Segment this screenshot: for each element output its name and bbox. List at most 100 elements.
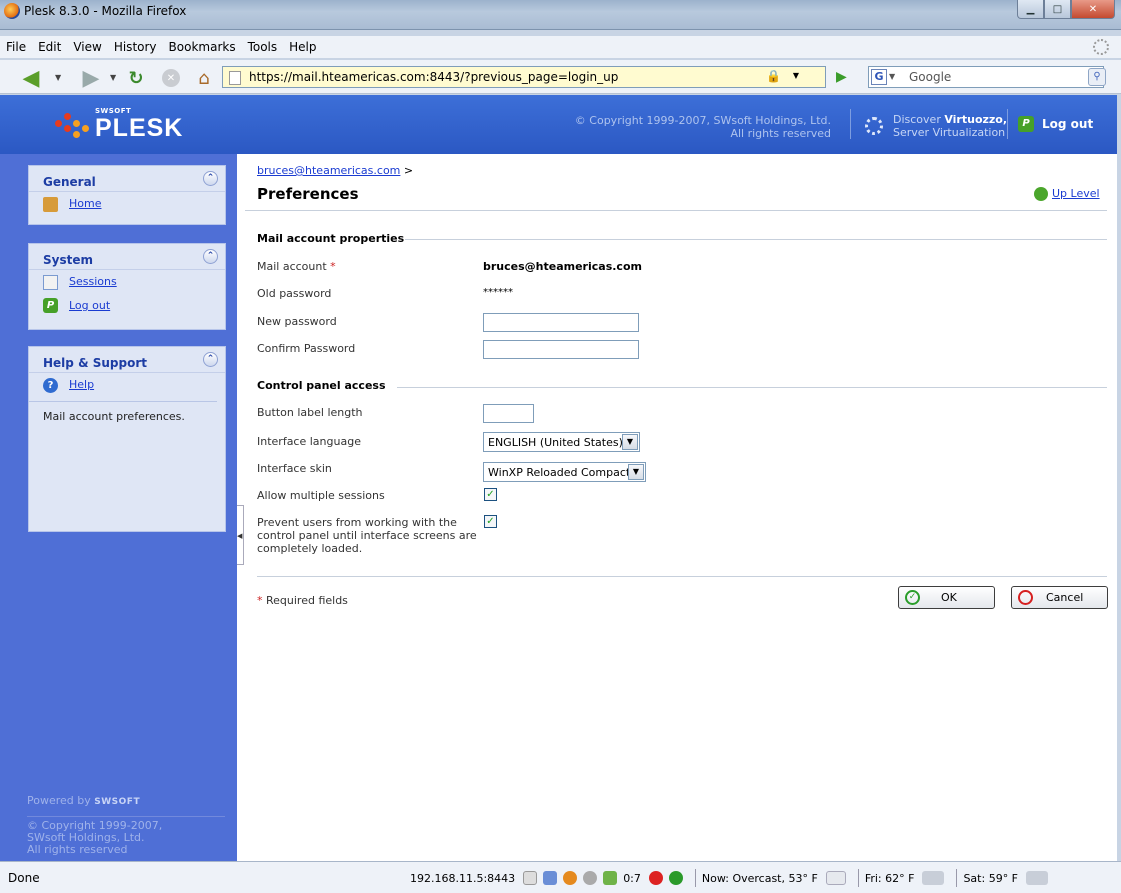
prevent-users-checkbox[interactable]: ✓ bbox=[484, 515, 497, 528]
old-password-label: Old password bbox=[257, 287, 332, 300]
header-copyright: © Copyright 1999-2007, SWsoft Holdings, … bbox=[574, 114, 831, 140]
up-level-icon bbox=[1034, 187, 1048, 201]
firefox-icon[interactable] bbox=[563, 871, 578, 885]
swsoft-brand: SWSOFT bbox=[94, 797, 141, 807]
required-fields-note: * Required fields bbox=[257, 594, 348, 607]
old-password-value: ****** bbox=[483, 287, 513, 298]
green-status-icon[interactable] bbox=[668, 871, 683, 885]
help-icon: ? bbox=[43, 378, 58, 393]
new-password-input[interactable] bbox=[483, 313, 639, 332]
firefox-icon bbox=[4, 3, 20, 19]
mail-section-title: Mail account properties bbox=[257, 232, 405, 245]
status-host: 192.168.11.5:8443 bbox=[410, 871, 516, 885]
collapse-chevron-icon[interactable]: ⌃ bbox=[203, 352, 218, 367]
system-panel: System ⌃ Sessions P Log out bbox=[28, 243, 226, 330]
lock-icon[interactable]: 🔒 bbox=[766, 69, 781, 83]
address-dropdown-icon[interactable]: ▼ bbox=[793, 71, 799, 80]
search-engine-dropdown-icon[interactable]: ▼ bbox=[889, 72, 895, 81]
menu-view[interactable]: View bbox=[73, 40, 101, 54]
collapse-chevron-icon[interactable]: ⌃ bbox=[203, 171, 218, 186]
button-label-length-label: Button label length bbox=[257, 406, 363, 419]
powered-by: Powered by SWSOFT bbox=[27, 794, 141, 807]
system-panel-header: System ⌃ bbox=[29, 244, 225, 270]
menu-bar: File Edit View History Bookmarks Tools H… bbox=[0, 36, 1121, 58]
alert-icon[interactable] bbox=[648, 871, 663, 885]
stop-icon[interactable]: ✕ bbox=[162, 69, 180, 87]
throbber-icon bbox=[1093, 39, 1109, 55]
forward-arrow-icon[interactable]: ▶ bbox=[80, 66, 102, 91]
browser-window: Plesk 8.3.0 - Mozilla Firefox ▁ □ ✕ File… bbox=[0, 0, 1121, 893]
mail-account-value: bruces@hteamericas.com bbox=[483, 260, 642, 273]
header-logout-button[interactable]: P Log out bbox=[1018, 115, 1093, 133]
weather-sat: Sat: 59° F bbox=[963, 871, 1019, 885]
rain-cloud-icon bbox=[922, 871, 945, 885]
search-icon[interactable]: ⚲ bbox=[1088, 68, 1106, 86]
page-icon bbox=[229, 71, 241, 85]
forward-history-dropdown-icon[interactable]: ▼ bbox=[110, 73, 116, 82]
confirm-password-label: Confirm Password bbox=[257, 342, 356, 355]
menu-file[interactable]: File bbox=[6, 40, 26, 54]
sidebar-item-help[interactable]: ? Help bbox=[29, 373, 225, 397]
menu-history[interactable]: History bbox=[114, 40, 157, 54]
general-panel-header: General ⌃ bbox=[29, 166, 225, 192]
interface-language-select[interactable]: ENGLISH (United States) ▼ bbox=[483, 432, 640, 452]
address-bar[interactable]: https://mail.hteamericas.com:8443/?previ… bbox=[222, 66, 826, 88]
status-tray: 192.168.11.5:8443 0:7 Now: Overcast, 53°… bbox=[410, 869, 1054, 887]
sidebar-item-logout[interactable]: P Log out bbox=[29, 294, 225, 318]
disabled-icon[interactable] bbox=[583, 871, 598, 885]
logout-icon: P bbox=[43, 298, 58, 313]
menu-tools[interactable]: Tools bbox=[248, 40, 278, 54]
interface-skin-select[interactable]: WinXP Reloaded Compact ▼ bbox=[483, 462, 646, 482]
discover-virtuozzo-link[interactable]: Discover Virtuozzo, Server Virtualizatio… bbox=[857, 113, 1007, 139]
main-content bbox=[237, 154, 1117, 861]
help-panel: Help & Support ⌃ ? Help Mail account prefe… bbox=[28, 346, 226, 532]
ok-button[interactable]: ✓ OK bbox=[898, 586, 995, 609]
menu-bookmarks[interactable]: Bookmarks bbox=[169, 40, 236, 54]
menu-edit[interactable]: Edit bbox=[38, 40, 61, 54]
title-bar: Plesk 8.3.0 - Mozilla Firefox ▁ □ ✕ bbox=[0, 0, 1121, 30]
confirm-password-input[interactable] bbox=[483, 340, 639, 359]
sidebar-item-home[interactable]: Home bbox=[29, 192, 225, 216]
sidebar-toggle-handle[interactable]: ◀ bbox=[237, 505, 244, 565]
menu-help[interactable]: Help bbox=[289, 40, 316, 54]
interface-language-label: Interface language bbox=[257, 435, 361, 448]
cancel-button[interactable]: Cancel bbox=[1011, 586, 1108, 609]
sidebar: General ⌃ Home System ⌃ Sessions P Log out … bbox=[0, 154, 237, 861]
weather-now: Now: Overcast, 53° F bbox=[701, 871, 818, 885]
window-title: Plesk 8.3.0 - Mozilla Firefox bbox=[24, 4, 187, 18]
url-text: https://mail.hteamericas.com:8443/?previ… bbox=[249, 70, 619, 84]
rain-cloud-icon bbox=[1026, 871, 1049, 885]
close-button[interactable]: ✕ bbox=[1071, 0, 1115, 19]
maximize-button[interactable]: □ bbox=[1044, 0, 1071, 19]
up-level-link[interactable]: Up Level bbox=[1034, 187, 1100, 201]
weather-fri: Fri: 62° F bbox=[864, 871, 915, 885]
allow-multiple-sessions-label: Allow multiple sessions bbox=[257, 489, 385, 502]
breadcrumb-link[interactable]: bruces@hteamericas.com bbox=[257, 164, 400, 177]
minimize-button[interactable]: ▁ bbox=[1017, 0, 1044, 19]
interface-skin-label: Interface skin bbox=[257, 462, 332, 475]
lock-icon[interactable] bbox=[523, 871, 538, 885]
search-placeholder: Google bbox=[909, 70, 952, 84]
allow-multiple-sessions-checkbox[interactable]: ✓ bbox=[484, 488, 497, 501]
google-icon[interactable]: G bbox=[871, 69, 887, 85]
cancel-icon bbox=[1018, 590, 1033, 605]
prevent-users-label: Prevent users from working with the cont… bbox=[257, 516, 477, 555]
chevron-down-icon[interactable]: ▼ bbox=[622, 434, 638, 450]
reload-icon[interactable]: ↻ bbox=[125, 67, 147, 89]
addon-icon[interactable] bbox=[543, 871, 558, 885]
back-history-dropdown-icon[interactable]: ▼ bbox=[55, 73, 61, 82]
help-panel-header: Help & Support ⌃ bbox=[29, 347, 225, 373]
go-arrow-icon[interactable]: ▶ bbox=[836, 69, 847, 85]
collapse-chevron-icon[interactable]: ⌃ bbox=[203, 249, 218, 264]
search-input[interactable]: G ▼ Google bbox=[868, 66, 1104, 88]
back-arrow-icon[interactable]: ◀ bbox=[20, 66, 42, 91]
sidebar-item-sessions[interactable]: Sessions bbox=[29, 270, 225, 294]
button-label-length-input[interactable] bbox=[483, 404, 534, 423]
mail-icon[interactable] bbox=[603, 871, 618, 885]
page-title: Preferences bbox=[257, 185, 359, 203]
chevron-down-icon[interactable]: ▼ bbox=[628, 464, 644, 480]
home-icon[interactable]: ⌂ bbox=[193, 67, 215, 89]
check-icon: ✓ bbox=[905, 590, 920, 605]
virtuozzo-icon bbox=[865, 117, 883, 135]
plesk-header: SWSOFT PLESK © Copyright 1999-2007, SWso… bbox=[0, 95, 1117, 154]
